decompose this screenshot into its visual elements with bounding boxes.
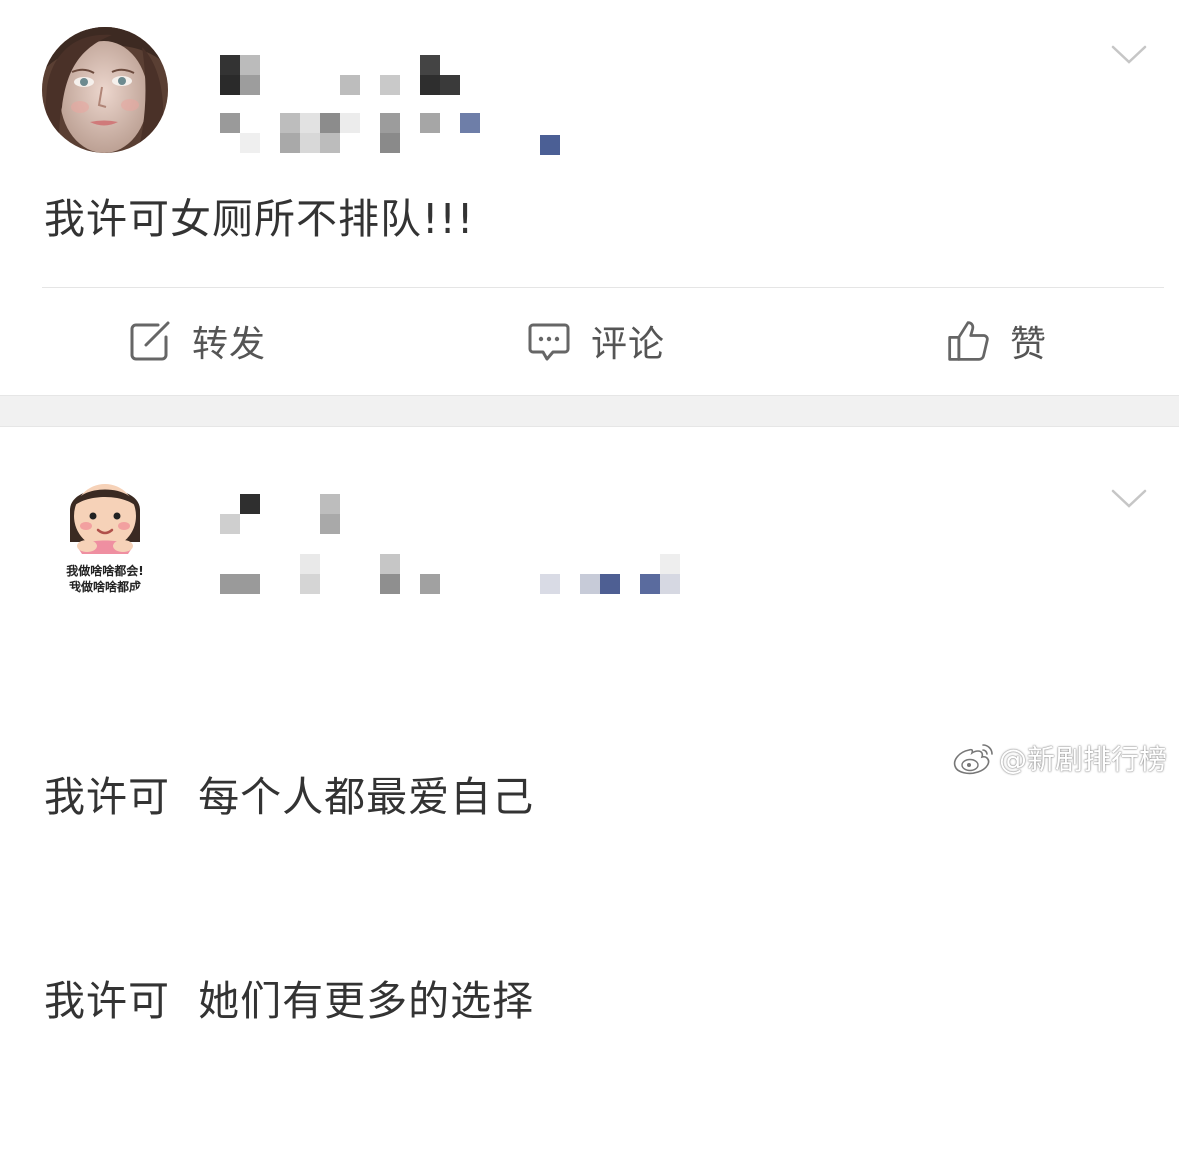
post-content-line-1: 我许可 每个人都最爱自己 xyxy=(44,773,535,821)
watermark-text: @新剧排行榜 xyxy=(998,743,1167,776)
post-content-line-2: 我许可 她们有更多的选择 xyxy=(44,977,535,1025)
post-content: 我许可 每个人都最爱自己 我许可 她们有更多的选择 xyxy=(44,627,534,1171)
username-mosaic[interactable] xyxy=(220,494,350,534)
weibo-post-1: 我许可女厕所不排队!!! 转发 评论 赞 xyxy=(0,0,1179,395)
chevron-down-icon[interactable] xyxy=(1111,44,1147,66)
user-avatar[interactable]: 我做啥啥都会! 我做啥啥都成 xyxy=(42,472,168,598)
post-content: 我许可女厕所不排队!!! xyxy=(44,195,475,243)
avatar-caption-1: 我做啥啥都会! xyxy=(66,564,144,578)
woman-photo-avatar-icon xyxy=(42,27,168,153)
username-mosaic[interactable] xyxy=(220,55,470,95)
thumbs-up-icon xyxy=(948,321,989,361)
like-label: 赞 xyxy=(1010,324,1048,365)
repost-icon xyxy=(130,321,170,361)
repost-button[interactable]: 转发 xyxy=(128,313,266,369)
weibo-post-2: 我做啥啥都会! 我做啥啥都成 我许可 每个人都最爱自己 我许可 她们有更多的选择 xyxy=(0,427,1179,1025)
comment-button[interactable]: 评论 xyxy=(527,313,665,369)
watermark: @新剧排行榜 xyxy=(951,738,1167,778)
weibo-logo-icon xyxy=(953,744,993,775)
post-meta-mosaic xyxy=(220,554,690,596)
divider xyxy=(42,287,1164,288)
comment-icon xyxy=(528,323,570,361)
repost-label: 转发 xyxy=(192,324,267,365)
user-avatar[interactable] xyxy=(42,27,168,153)
post-meta-mosaic xyxy=(220,113,570,155)
chevron-down-icon[interactable] xyxy=(1111,488,1147,510)
post-separator xyxy=(0,395,1179,427)
comment-label: 评论 xyxy=(591,324,666,365)
like-button[interactable]: 赞 xyxy=(946,313,1047,369)
avatar-caption-2: 我做啥啥都成 xyxy=(68,580,141,594)
